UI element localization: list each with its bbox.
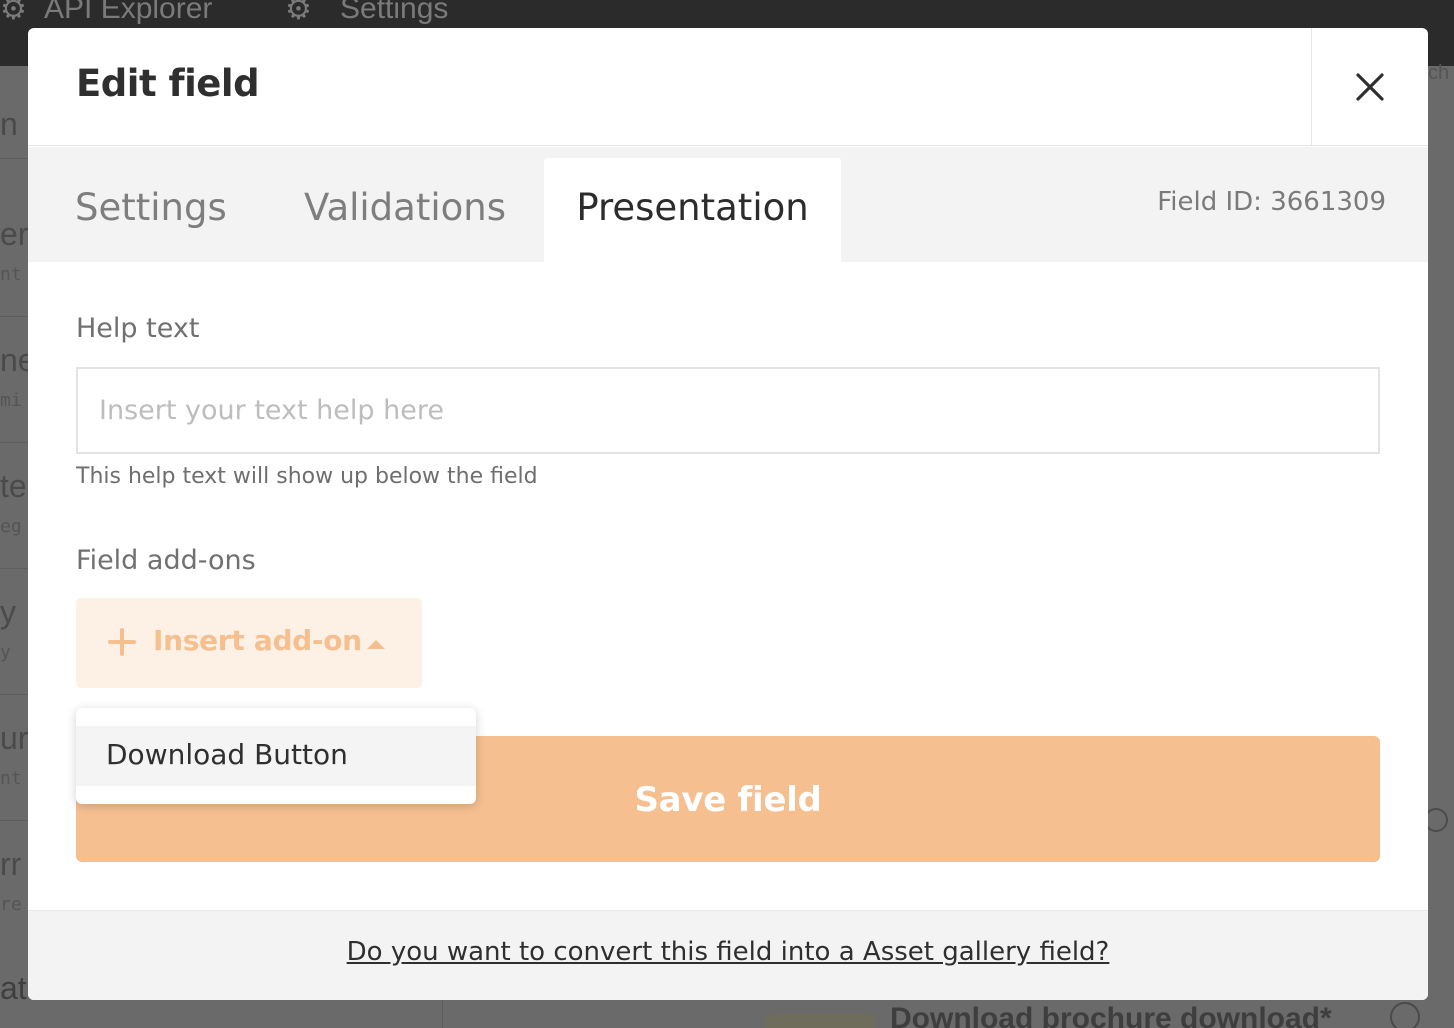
background-fragment: te: [0, 468, 27, 504]
background-thumbnail: [765, 1014, 875, 1028]
background-fragment: ur: [0, 720, 29, 756]
dropdown-item-download-button[interactable]: Download Button: [76, 726, 476, 786]
help-text-hint: This help text will show up below the fi…: [76, 464, 538, 489]
insert-addon-label: Insert add-on: [153, 624, 362, 657]
background-left-column: n er nt ne mi te eg y y ur nt rr re: [0, 66, 36, 1028]
background-divider: [442, 1000, 443, 1028]
background-api-explorer-link: API Explorer: [44, 0, 213, 25]
tab-settings[interactable]: Settings: [75, 158, 227, 262]
convert-field-link[interactable]: Do you want to convert this field into a…: [28, 937, 1428, 967]
help-text-label: Help text: [76, 313, 200, 344]
caret-up-icon: [367, 640, 385, 649]
tab-validations[interactable]: Validations: [304, 158, 506, 262]
background-fragment: at: [0, 970, 27, 1006]
background-fragment: y: [0, 594, 16, 630]
insert-addon-button[interactable]: Insert add-on: [76, 598, 422, 688]
addon-dropdown: Download Button: [76, 708, 476, 804]
background-fragment: nt: [0, 768, 22, 789]
background-api-explorer-icon: ⚙: [0, 0, 27, 26]
background-fragment: nt: [0, 264, 22, 285]
tab-presentation[interactable]: Presentation: [544, 158, 841, 262]
modal-footer: Do you want to convert this field into a…: [28, 910, 1428, 1000]
background-fragment: rr: [0, 846, 22, 882]
edit-field-modal: Edit field Settings Validations Presenta…: [28, 28, 1428, 1000]
background-fragment: n: [0, 106, 18, 142]
modal-header: Edit field: [28, 28, 1428, 146]
close-button[interactable]: [1311, 28, 1428, 146]
background-record-title: Download brochure download*: [890, 1002, 1332, 1028]
background-fragment: y: [0, 642, 11, 663]
background-fragment: er: [0, 216, 29, 252]
background-fragment: mi: [0, 390, 22, 411]
tab-bar: Settings Validations Presentation Field …: [28, 147, 1428, 262]
field-addons-label: Field add-ons: [76, 545, 256, 576]
background-fragment: re: [0, 894, 22, 915]
field-id: Field ID: 3661309: [1157, 187, 1386, 217]
background-fragment: eg: [0, 516, 22, 537]
background-fragment: ch: [1428, 62, 1450, 84]
background-globe-icon: [1390, 1002, 1420, 1028]
background-settings-link: Settings: [340, 0, 449, 25]
close-icon: [1356, 73, 1384, 101]
background-gear-icon: ⚙: [285, 0, 312, 26]
modal-title: Edit field: [76, 62, 260, 105]
help-text-input[interactable]: [76, 367, 1380, 454]
plus-icon: [108, 628, 136, 656]
